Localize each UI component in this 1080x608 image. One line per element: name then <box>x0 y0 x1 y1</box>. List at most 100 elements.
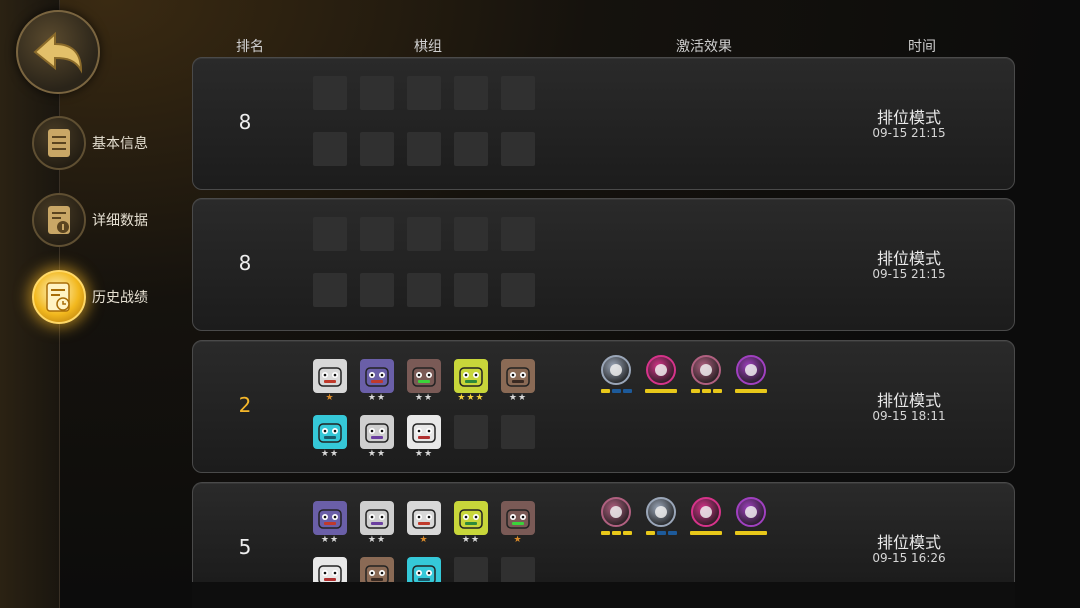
empty-slot <box>407 217 441 251</box>
synergy-level-bar <box>667 531 677 535</box>
info-scroll-icon <box>32 116 86 170</box>
synergy-badge[interactable] <box>599 355 633 393</box>
helmet-icon <box>601 355 631 385</box>
champion-portrait[interactable] <box>360 415 394 449</box>
synergy-badge[interactable] <box>734 355 768 393</box>
empty-slot <box>360 273 394 307</box>
champion-portrait[interactable] <box>313 359 347 393</box>
match-row[interactable]: 5 ★★ ★★ ★ ★★ ★ 排位模式 09-15 16:26 <box>192 482 1015 591</box>
synergy-level-bar <box>622 531 632 535</box>
synergy-level-bar <box>656 531 666 535</box>
synergy-level-bar <box>690 531 722 535</box>
match-rank: 8 <box>238 251 252 275</box>
match-time: 09-15 21:15 <box>872 267 946 281</box>
synergy-badge[interactable] <box>644 497 678 535</box>
empty-slot <box>313 273 347 307</box>
champion-portrait[interactable] <box>313 501 347 535</box>
synergy-level-bars <box>599 389 633 393</box>
champion-portrait[interactable] <box>407 359 441 393</box>
header-lineup: 棋组 <box>414 39 442 55</box>
empty-slot <box>360 132 394 166</box>
synergy-level-bar <box>645 531 655 535</box>
history-clock-icon <box>32 270 86 324</box>
nav-label-history: 历史战绩 <box>92 290 148 306</box>
match-mode: 排位模式 <box>876 533 941 552</box>
data-scroll-icon <box>32 193 86 247</box>
match-row[interactable]: 8 排位模式 09-15 21:15 <box>192 198 1015 331</box>
champion-portrait[interactable] <box>454 359 488 393</box>
synergy-badge[interactable] <box>734 497 768 535</box>
empty-slot <box>454 415 488 449</box>
lightning-icon <box>691 497 721 527</box>
empty-slot <box>454 273 488 307</box>
header-time: 时间 <box>908 39 936 55</box>
empty-slot <box>454 76 488 110</box>
champion-portrait[interactable] <box>454 501 488 535</box>
champion-portrait[interactable] <box>407 415 441 449</box>
empty-slot <box>313 132 347 166</box>
back-button[interactable] <box>16 10 100 94</box>
match-row[interactable]: 2 ★ ★★ ★★ ★★★ ★★ ★★ ★★ ★★ 排位模式 09-15 18:11 <box>192 340 1015 473</box>
star-rating: ★ <box>419 535 429 545</box>
star-rating: ★★ <box>414 393 434 403</box>
star-rating: ★ <box>513 535 523 545</box>
champion-portrait[interactable] <box>407 501 441 535</box>
star-rating: ★★ <box>414 449 434 459</box>
match-mode: 排位模式 <box>876 391 941 410</box>
demon-skull-icon <box>736 497 766 527</box>
empty-slot <box>407 132 441 166</box>
synergy-badge[interactable] <box>689 355 723 393</box>
synergy-level-bars <box>689 389 723 393</box>
star-rating: ★★ <box>367 535 387 545</box>
synergy-level-bars <box>734 531 768 535</box>
champion-portrait[interactable] <box>360 501 394 535</box>
demon-skull-icon <box>736 355 766 385</box>
synergy-level-bar <box>690 389 700 393</box>
match-rank: 8 <box>238 110 252 134</box>
champion-portrait[interactable] <box>501 359 535 393</box>
nav-label-basic-info: 基本信息 <box>92 136 148 152</box>
match-time: 09-15 16:26 <box>872 551 946 565</box>
nav-item-detail-data[interactable]: 详细数据 <box>32 193 148 247</box>
synergy-level-bars <box>689 531 723 535</box>
synergy-level-bar <box>645 389 677 393</box>
empty-slot <box>501 132 535 166</box>
synergy-level-bar <box>712 389 722 393</box>
synergy-level-bar <box>600 531 610 535</box>
synergy-badge[interactable] <box>689 497 723 535</box>
empty-slot <box>501 217 535 251</box>
star-rating: ★★ <box>320 535 340 545</box>
champion-portrait[interactable] <box>501 501 535 535</box>
header-synergy: 激活效果 <box>676 39 732 55</box>
synergy-badge[interactable] <box>644 355 678 393</box>
match-row[interactable]: 8 排位模式 09-15 21:15 <box>192 57 1015 190</box>
match-rank: 2 <box>238 393 252 417</box>
empty-slot <box>454 132 488 166</box>
match-time: 09-15 18:11 <box>872 409 946 423</box>
match-mode: 排位模式 <box>876 108 941 127</box>
knight-icon <box>601 497 631 527</box>
champion-portrait[interactable] <box>360 359 394 393</box>
empty-slot <box>313 76 347 110</box>
synergy-level-bar <box>622 389 632 393</box>
star-rating: ★★★ <box>457 393 485 403</box>
nav-item-basic-info[interactable]: 基本信息 <box>32 116 148 170</box>
synergy-level-bars <box>599 531 633 535</box>
empty-slot <box>501 273 535 307</box>
synergy-level-bar <box>611 531 621 535</box>
match-mode: 排位模式 <box>876 249 941 268</box>
star-rating: ★★ <box>367 449 387 459</box>
list-clip-edge <box>192 582 1015 608</box>
champion-portrait[interactable] <box>313 415 347 449</box>
star-rating: ★★ <box>367 393 387 403</box>
synergy-badge[interactable] <box>599 497 633 535</box>
empty-slot <box>407 273 441 307</box>
empty-slot <box>313 217 347 251</box>
synergy-level-bar <box>600 389 610 393</box>
empty-slot <box>360 76 394 110</box>
synergy-level-bar <box>611 389 621 393</box>
knight-icon <box>691 355 721 385</box>
empty-slot <box>501 76 535 110</box>
star-rating: ★ <box>325 393 335 403</box>
nav-item-history[interactable]: 历史战绩 <box>32 270 148 324</box>
